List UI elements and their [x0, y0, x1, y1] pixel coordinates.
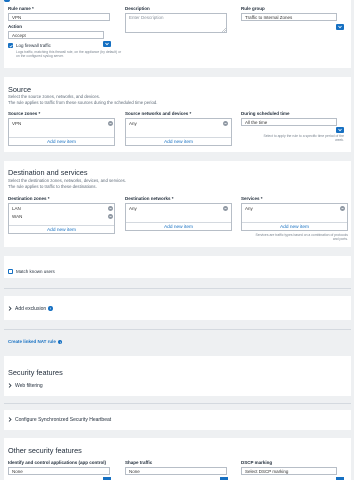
- chevron-down-icon: [338, 25, 342, 29]
- security-features-title: Security features: [8, 368, 63, 377]
- action-label: Action: [8, 24, 22, 29]
- destination-zones-list: LAN WAN Add new item: [8, 203, 115, 234]
- schedule-help: Select to apply the rule to a specific t…: [263, 134, 344, 143]
- other-security-title: Other security features: [8, 446, 82, 455]
- remove-item-icon[interactable]: [223, 206, 228, 211]
- chevron-right-icon: [8, 417, 12, 422]
- chevron-down-icon: [338, 128, 342, 132]
- list-item: Any: [129, 121, 137, 126]
- add-source-zone-button[interactable]: Add new item: [9, 137, 114, 146]
- source-desc-2: The rule applies to traffic from these s…: [8, 100, 158, 105]
- services-help: Services are traffic types based on a co…: [255, 233, 348, 242]
- chevron-right-icon: [8, 383, 12, 388]
- heartbeat-toggle[interactable]: Configure Synchronized Security Heartbea…: [8, 417, 111, 423]
- source-zones-label: Source zones *: [8, 111, 41, 116]
- source-networks-label: Source networks and devices *: [125, 111, 192, 116]
- dscp-label: DSCP marking: [241, 460, 273, 465]
- add-destination-network-button[interactable]: Add new item: [126, 222, 231, 231]
- web-filtering-toggle[interactable]: Web filtering: [8, 383, 43, 389]
- shape-traffic-select[interactable]: None: [125, 467, 227, 475]
- action-dropdown-button[interactable]: [103, 41, 111, 47]
- action-select[interactable]: Accept: [8, 31, 104, 39]
- firewall-rule-page: Rule name * VPN Description Enter Descri…: [0, 0, 354, 480]
- destination-zones-label: Destination zones *: [8, 196, 50, 201]
- exclusion-card: Add exclusion: [4, 296, 351, 320]
- rule-group-label: Rule group: [241, 6, 265, 11]
- source-zones-list: VPN Add new item: [8, 118, 115, 146]
- destination-card: Destination and services Select the dest…: [4, 161, 351, 247]
- remove-item-icon[interactable]: [340, 206, 345, 211]
- list-item: WAN: [12, 214, 23, 219]
- destination-title: Destination and services: [8, 168, 88, 177]
- create-nat-rule-link[interactable]: Create linked NAT rule: [8, 339, 63, 345]
- rule-group-dropdown-button[interactable]: [336, 24, 344, 30]
- services-label: Services *: [241, 196, 263, 201]
- chevron-right-icon: [8, 306, 12, 311]
- web-filtering-label: Web filtering: [15, 383, 43, 389]
- remove-item-icon[interactable]: [223, 121, 228, 126]
- match-known-users-label: Match known users: [16, 269, 55, 274]
- source-card: Source Select the source zones, networks…: [4, 77, 351, 152]
- dscp-select[interactable]: Select DSCP marking: [241, 467, 337, 475]
- list-item: Any: [245, 206, 253, 211]
- source-title: Source: [8, 85, 32, 94]
- destination-desc-1: Select the destination zones, networks, …: [8, 178, 126, 183]
- heartbeat-label: Configure Synchronized Security Heartbea…: [15, 417, 112, 423]
- heartbeat-card: Configure Synchronized Security Heartbea…: [4, 410, 351, 430]
- remove-item-icon[interactable]: [108, 214, 113, 219]
- destination-desc-2: The rule applies to traffic to these des…: [8, 184, 97, 189]
- match-known-users-checkbox[interactable]: [8, 269, 13, 274]
- list-item: VPN: [12, 121, 22, 126]
- remove-item-icon[interactable]: [108, 121, 113, 126]
- identify-apps-label: Identify and control applications (app c…: [8, 460, 107, 465]
- checkmark-icon: [9, 44, 13, 48]
- match-users-card: Match known users: [4, 256, 351, 278]
- add-service-button[interactable]: Add new item: [242, 222, 347, 231]
- divider: [4, 329, 351, 330]
- rule-group-select[interactable]: Traffic to Internal Zones: [241, 13, 337, 21]
- create-nat-rule-label: Create linked NAT rule: [8, 339, 56, 344]
- schedule-select[interactable]: All the time: [241, 118, 337, 126]
- schedule-dropdown-button[interactable]: [336, 127, 344, 133]
- description-label: Description: [125, 6, 150, 11]
- divider: [4, 403, 351, 404]
- list-item: Any: [129, 206, 137, 211]
- destination-networks-label: Destination networks *: [125, 196, 174, 201]
- rule-name-label: Rule name *: [8, 6, 34, 11]
- security-features-card: Security features Web filtering: [4, 356, 351, 396]
- identify-apps-select[interactable]: None: [8, 467, 110, 475]
- add-exclusion-toggle[interactable]: Add exclusion: [8, 306, 53, 312]
- destination-networks-list: Any Add new item: [125, 203, 232, 231]
- divider: [4, 288, 351, 289]
- shape-traffic-label: Shape traffic: [125, 460, 153, 465]
- resize-grip-icon[interactable]: [222, 28, 226, 32]
- info-icon[interactable]: [48, 306, 53, 311]
- add-source-network-button[interactable]: Add new item: [126, 137, 231, 146]
- add-destination-zone-button[interactable]: Add new item: [9, 225, 114, 234]
- rule-name-input[interactable]: VPN: [8, 13, 110, 21]
- chevron-down-icon: [105, 42, 109, 46]
- other-security-card: Other security features Identify and con…: [4, 438, 351, 480]
- add-exclusion-label: Add exclusion: [15, 306, 47, 312]
- log-firewall-label: Log firewall traffic: [16, 43, 51, 48]
- source-networks-list: Any Add new item: [125, 118, 232, 146]
- services-list: Any Add new item: [241, 203, 348, 231]
- top-accent: [4, 0, 10, 2]
- log-firewall-help: Logs traffic, matching this firewall rul…: [16, 50, 122, 59]
- list-item: LAN: [12, 206, 21, 211]
- source-desc-1: Select the source zones, networks, and d…: [8, 94, 100, 99]
- log-firewall-checkbox[interactable]: [8, 43, 13, 48]
- info-icon[interactable]: [57, 339, 63, 345]
- description-textarea[interactable]: Enter Description: [125, 13, 227, 33]
- remove-item-icon[interactable]: [108, 206, 113, 211]
- schedule-label: During scheduled time: [241, 111, 290, 116]
- rule-details-card: Rule name * VPN Description Enter Descri…: [4, 0, 351, 68]
